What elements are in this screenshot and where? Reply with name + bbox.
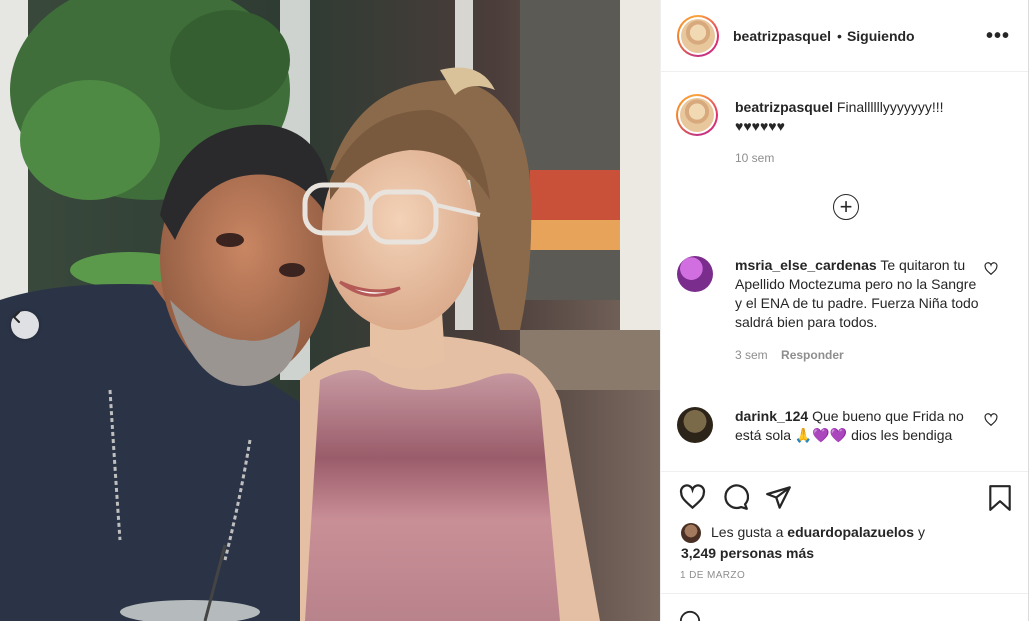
following-button[interactable]: Siguiendo (847, 28, 915, 44)
post-side-panel: beatrizpasquel • Siguiendo ••• beatrizpa… (660, 0, 1029, 621)
caption-avatar[interactable] (676, 94, 718, 136)
likes-summary: Les gusta a eduardopalazuelos y 3,249 pe… (681, 522, 925, 563)
reply-button[interactable]: Responder (781, 348, 844, 362)
comment-time: 3 sem (735, 348, 768, 362)
caption-time: 10 sem (735, 151, 775, 165)
more-options-icon[interactable]: ••• (986, 25, 1010, 48)
comment-heart-icon[interactable] (984, 262, 998, 276)
comment-username[interactable]: darink_124 (735, 408, 808, 424)
author-username[interactable]: beatrizpasquel (733, 28, 831, 44)
comment-bubble-icon[interactable] (722, 484, 749, 511)
chevron-left-icon (12, 311, 20, 323)
likes-conj: y (917, 524, 925, 540)
likes-others-count[interactable]: 3,249 personas más (681, 545, 814, 561)
caption-username[interactable]: beatrizpasquel (735, 99, 833, 115)
liker-avatar[interactable] (681, 523, 701, 544)
comment-username[interactable]: msria_else_cardenas (735, 257, 877, 273)
liker-username[interactable]: eduardopalazuelos (787, 524, 914, 540)
comments-section: beatrizpasquel Finallllllyyyyyyy!!! ♥♥♥♥… (661, 72, 1028, 470)
post-photo (0, 0, 660, 621)
author-avatar[interactable] (677, 14, 719, 57)
photo-illustration (0, 0, 660, 621)
like-heart-icon[interactable] (679, 484, 706, 511)
likes-prefix: Les gusta a (711, 524, 784, 540)
post-date[interactable]: 1 DE MARZO (680, 570, 745, 581)
post-header: beatrizpasquel • Siguiendo ••• (661, 0, 1028, 72)
bookmark-save-icon[interactable] (987, 484, 1013, 512)
add-circle-icon[interactable]: + (833, 194, 859, 220)
post-actions: Les gusta a eduardopalazuelos y 3,249 pe… (661, 471, 1028, 621)
comment-avatar[interactable] (677, 256, 713, 292)
separator-dot: • (837, 27, 842, 44)
comment-heart-icon[interactable] (984, 413, 998, 427)
comment-meta: 3 sem Responder (735, 346, 983, 365)
emoji-smile-icon[interactable] (679, 610, 701, 621)
previous-photo-button[interactable] (11, 311, 39, 339)
share-send-icon[interactable] (765, 484, 792, 511)
comment-avatar[interactable] (677, 407, 713, 443)
add-comment-bar (661, 593, 1028, 621)
